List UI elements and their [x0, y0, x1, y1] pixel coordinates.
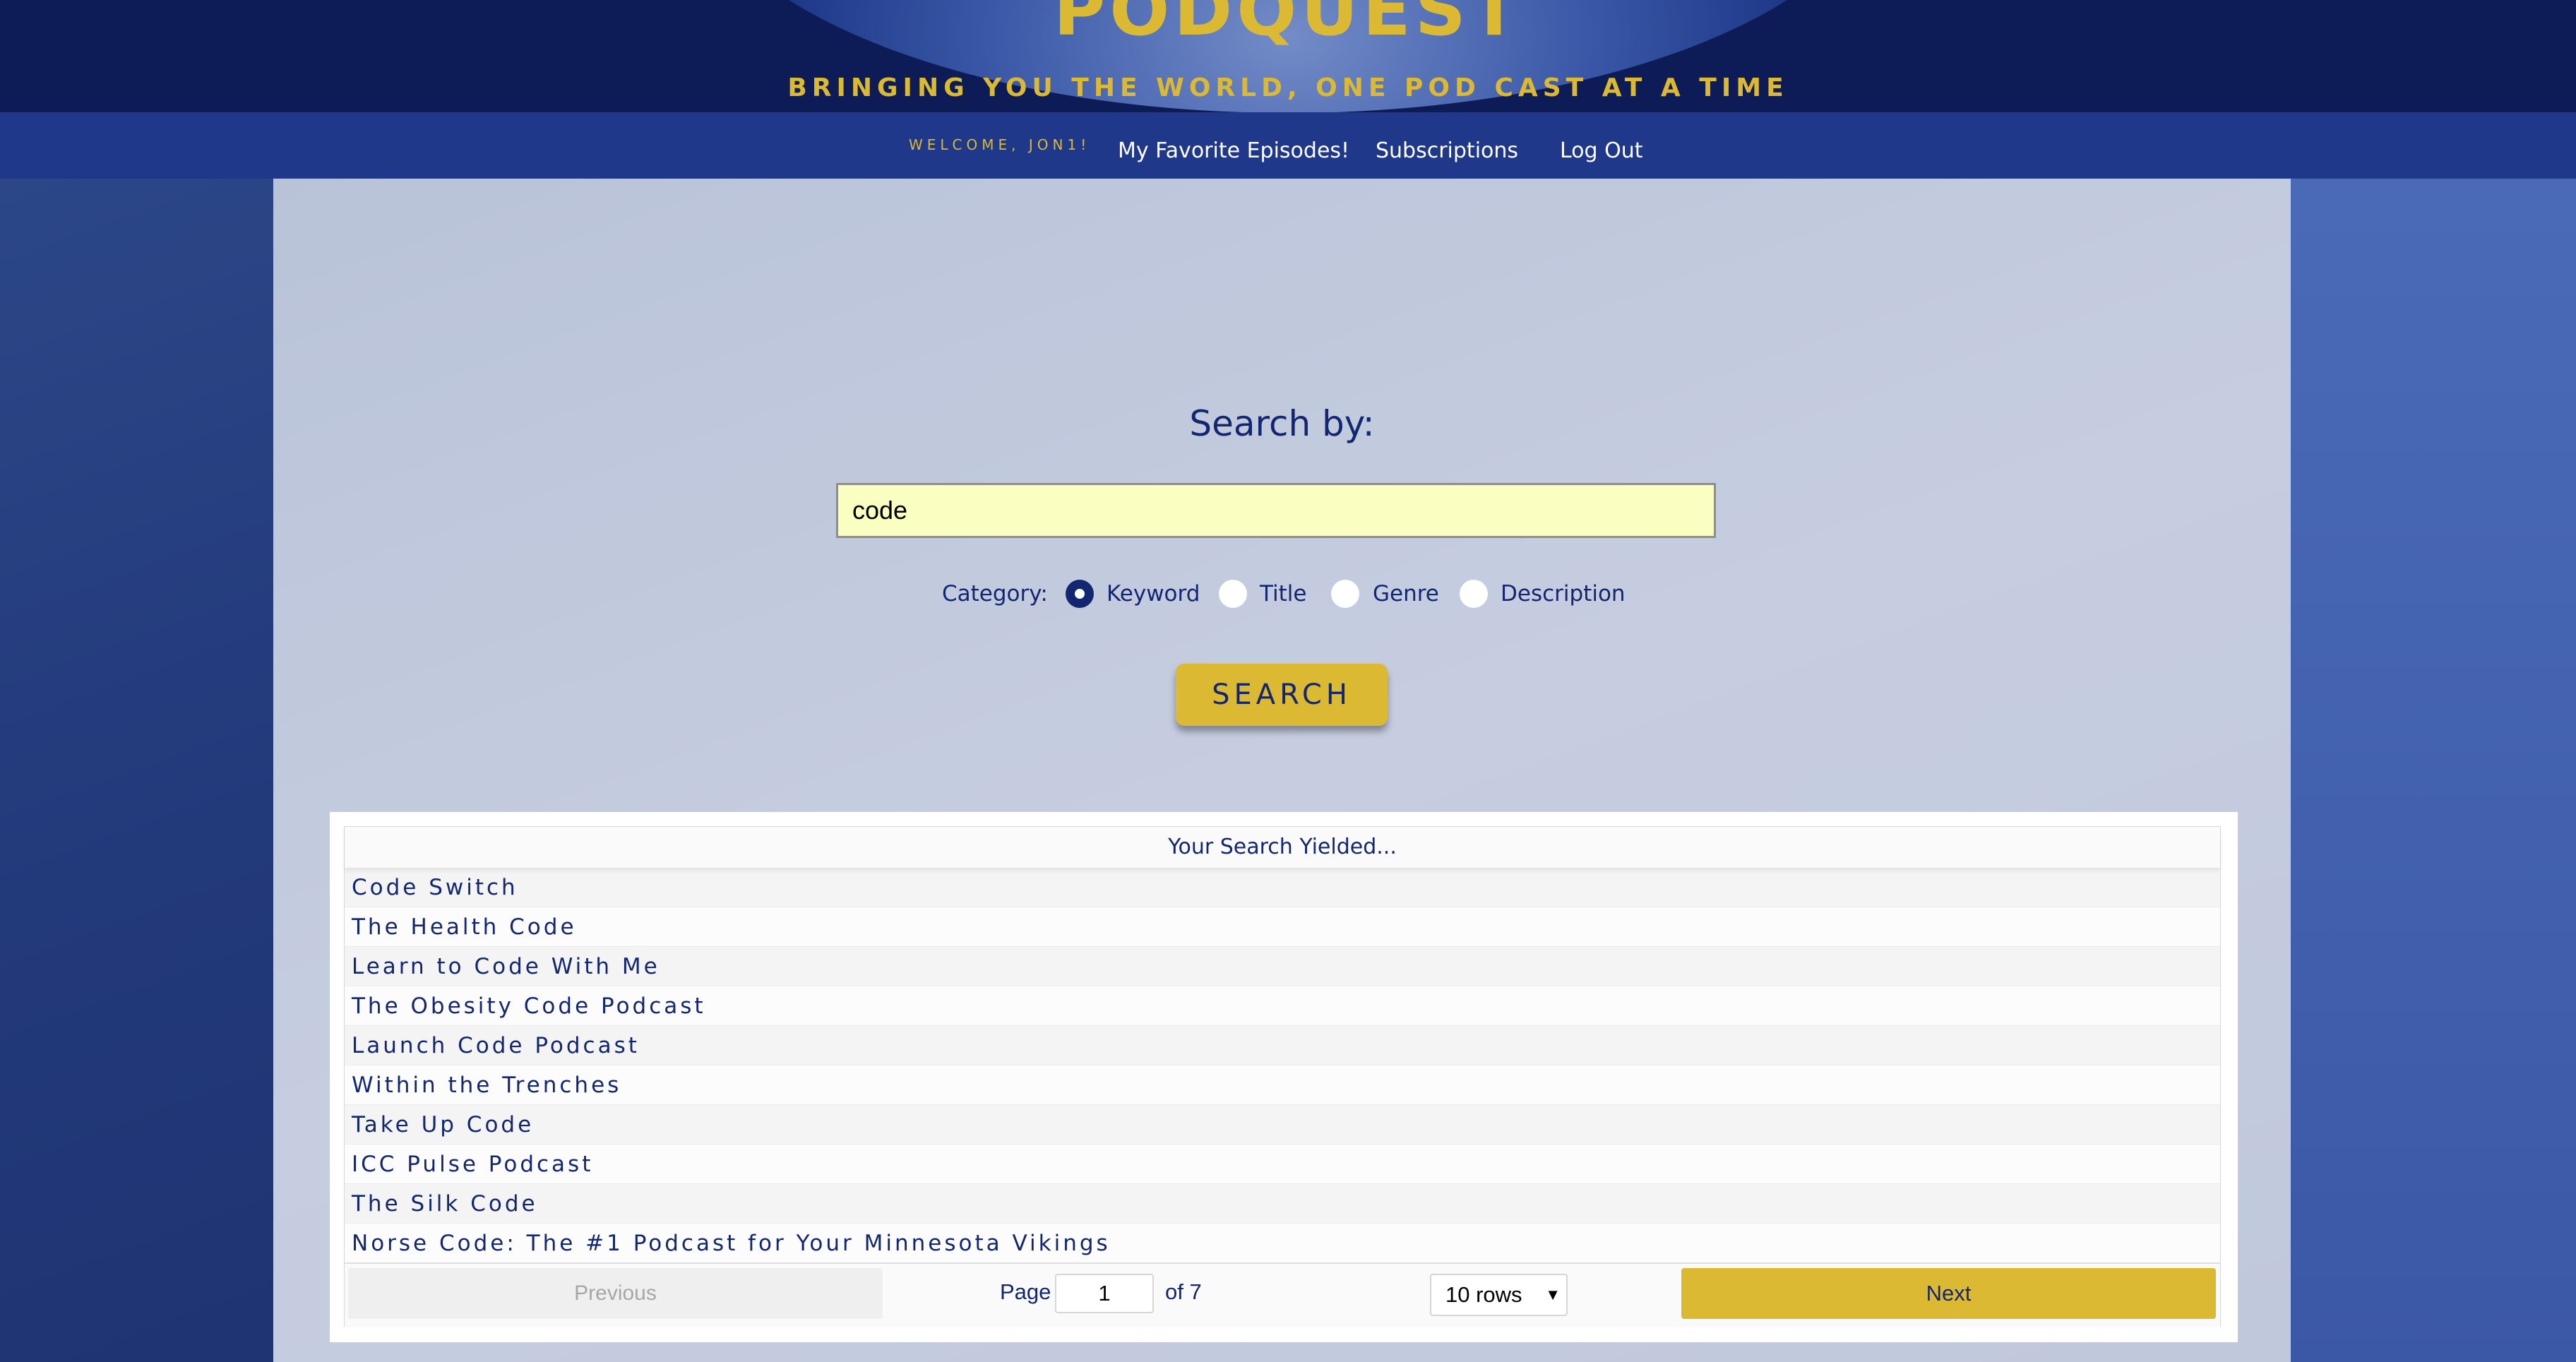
table-row[interactable]: The Health Code — [345, 907, 2220, 947]
page-background — [2291, 179, 2576, 1362]
table-row[interactable]: The Obesity Code Podcast — [345, 986, 2220, 1026]
table-row[interactable]: Norse Code: The #1 Podcast for Your Minn… — [345, 1224, 2220, 1263]
site-header: PODQUEST BRINGING YOU THE WORLD, ONE POD… — [0, 0, 2576, 112]
results-header: Your Search Yielded... — [345, 827, 2220, 868]
category-label: Category: — [942, 581, 1048, 607]
chevron-down-icon: ▼ — [1545, 1286, 1561, 1303]
next-button[interactable]: Next — [1681, 1268, 2216, 1319]
table-row[interactable]: The Silk Code — [345, 1184, 2220, 1224]
table-row[interactable]: Within the Trenches — [345, 1065, 2220, 1105]
radio-description[interactable] — [1460, 580, 1488, 608]
radio-description-label[interactable]: Description — [1501, 581, 1626, 607]
main-content: Search by: Category: Keyword Title Genre… — [273, 179, 2291, 1362]
radio-genre-label[interactable]: Genre — [1373, 581, 1439, 607]
category-radio-group: Category: Keyword Title Genre Descriptio… — [273, 574, 2291, 616]
nav-link-favorite-episodes[interactable]: My Favorite Episodes! — [1118, 138, 1349, 163]
table-row[interactable]: Take Up Code — [345, 1105, 2220, 1145]
main-nav: WELCOME, JON1! My Favorite Episodes! Sub… — [0, 112, 2576, 179]
rows-per-page-value: 10 rows — [1445, 1282, 1522, 1307]
table-row[interactable]: ICC Pulse Podcast — [345, 1145, 2220, 1184]
search-heading: Search by: — [1189, 403, 1375, 444]
radio-keyword-label[interactable]: Keyword — [1107, 581, 1200, 607]
page-label: Page — [1000, 1279, 1051, 1304]
radio-title[interactable] — [1219, 580, 1247, 608]
results-panel: Your Search Yielded... Code Switch The H… — [330, 812, 2238, 1342]
previous-button[interactable]: Previous — [348, 1268, 883, 1319]
welcome-message: WELCOME, JON1! — [909, 136, 1091, 153]
table-row[interactable]: Learn to Code With Me — [345, 947, 2220, 986]
rows-per-page-select[interactable]: 10 rows ▼ — [1430, 1274, 1568, 1316]
search-button[interactable]: SEARCH — [1176, 664, 1388, 726]
search-input[interactable] — [836, 483, 1716, 538]
results-table: Your Search Yielded... Code Switch The H… — [344, 826, 2221, 1327]
nav-link-subscriptions[interactable]: Subscriptions — [1376, 138, 1518, 163]
radio-genre[interactable] — [1331, 580, 1359, 608]
page-total-label: of 7 — [1165, 1279, 1202, 1304]
nav-link-log-out[interactable]: Log Out — [1560, 138, 1643, 163]
page-number-input[interactable] — [1055, 1274, 1154, 1313]
site-tagline: BRINGING YOU THE WORLD, ONE POD CAST AT … — [787, 73, 1789, 102]
table-row[interactable]: Launch Code Podcast — [345, 1026, 2220, 1065]
pagination-bar: Previous Page of 7 10 rows ▼ Next — [345, 1262, 2220, 1327]
radio-title-label[interactable]: Title — [1260, 581, 1306, 607]
site-logo[interactable]: PODQUEST — [0, 0, 2576, 52]
table-row[interactable]: Code Switch — [345, 868, 2220, 907]
radio-keyword[interactable] — [1066, 580, 1094, 608]
